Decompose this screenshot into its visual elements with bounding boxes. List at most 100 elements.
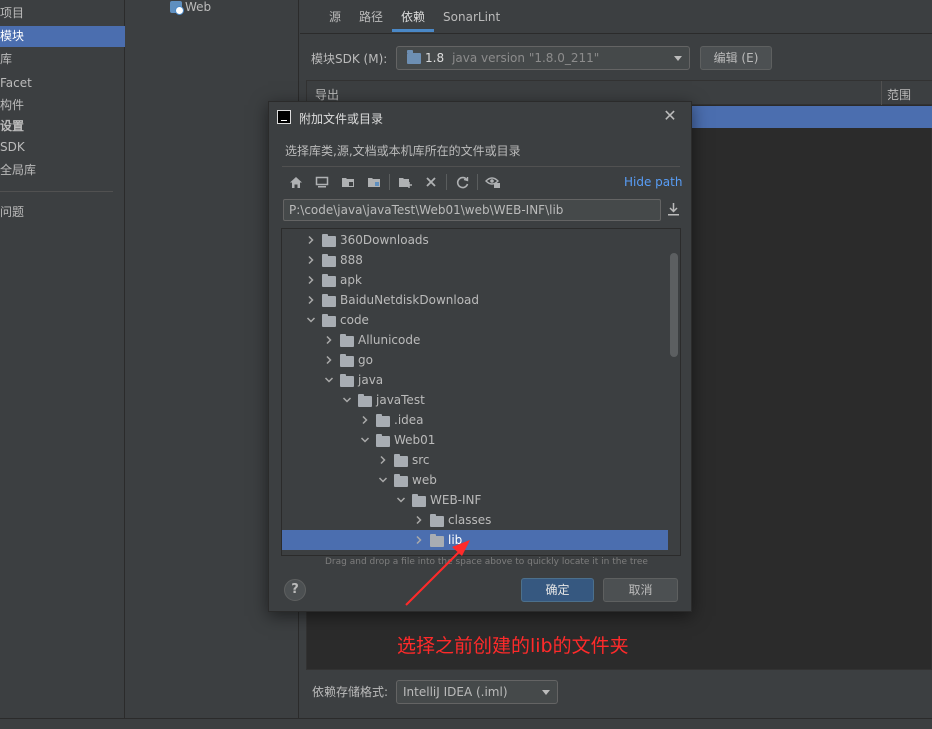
chevron-down-icon (542, 690, 550, 695)
edit-sdk-button[interactable]: 编辑 (E) (700, 46, 772, 70)
hide-path-link[interactable]: Hide path (624, 175, 682, 189)
attach-files-dialog: 附加文件或目录 ✕ 选择库类,源,文档或本机库所在的文件或目录 Hide pat… (268, 101, 692, 612)
chevron-right-icon[interactable] (305, 274, 317, 286)
folder-icon (430, 513, 444, 527)
tab-sonarlint[interactable]: SonarLint (434, 4, 509, 32)
module-folder-icon[interactable] (361, 172, 387, 192)
file-tree-row[interactable]: java (282, 370, 668, 390)
toolbar-divider (477, 174, 478, 190)
chevron-down-icon (674, 56, 682, 61)
tab-divider (300, 33, 932, 34)
path-input[interactable]: P:\code\java\javaTest\Web01\web\WEB-INF\… (283, 199, 661, 221)
sidebar-item-sdk[interactable]: SDK (0, 137, 125, 158)
folder-icon (322, 313, 336, 327)
file-tree-row[interactable]: go (282, 350, 668, 370)
refresh-icon[interactable] (449, 172, 475, 192)
show-hidden-files-icon[interactable] (480, 172, 506, 192)
file-tree-row[interactable]: web (282, 470, 668, 490)
folder-icon (340, 373, 354, 387)
sdk-version-detail: java version "1.8.0_211" (452, 51, 600, 65)
folder-icon (340, 353, 354, 367)
tab-sources[interactable]: 源 (320, 4, 350, 32)
chevron-down-icon[interactable] (359, 434, 371, 446)
file-tree-label: 888 (340, 253, 363, 267)
annotation-text: 选择之前创建的lib的文件夹 (397, 635, 629, 657)
file-tree-row[interactable]: Allunicode (282, 330, 668, 350)
home-icon[interactable] (283, 172, 309, 192)
file-tree-row[interactable]: Web01 (282, 430, 668, 450)
column-divider (881, 81, 882, 105)
project-folder-icon[interactable] (335, 172, 361, 192)
sidebar-item-artifacts[interactable]: 构件 (0, 95, 125, 116)
sidebar-item-modules[interactable]: 模块 (0, 26, 125, 47)
chevron-right-icon[interactable] (413, 514, 425, 526)
sidebar-item-global-libraries[interactable]: 全局库 (0, 160, 125, 181)
chevron-right-icon[interactable] (359, 414, 371, 426)
chevron-right-icon[interactable] (305, 254, 317, 266)
file-tree: 360Downloads 888 apk BaiduNetdiskDownload co… (281, 228, 681, 556)
chevron-down-icon[interactable] (323, 374, 335, 386)
drag-drop-hint: Drag and drop a file into the space abov… (325, 557, 648, 567)
folder-icon (340, 333, 354, 347)
file-tree-label: WEB-INF (430, 493, 482, 507)
file-chooser-toolbar (283, 172, 506, 192)
file-tree-row[interactable]: src (282, 450, 668, 470)
file-tree-label: javaTest (376, 393, 425, 407)
settings-sidebar: 项目 模块 库 Facet 构件 设置 SDK 全局库 问题 (0, 0, 125, 718)
cancel-button[interactable]: 取消 (603, 578, 678, 602)
folder-icon (412, 493, 426, 507)
dialog-title-bar[interactable]: 附加文件或目录 ✕ (269, 102, 691, 132)
chevron-down-icon[interactable] (377, 474, 389, 486)
dependency-storage-format-label: 依赖存储格式: (312, 685, 389, 699)
file-tree-row[interactable]: code (282, 310, 668, 330)
chevron-down-icon[interactable] (341, 394, 353, 406)
chevron-right-icon[interactable] (305, 234, 317, 246)
file-tree-label: java (358, 373, 384, 387)
tab-paths[interactable]: 路径 (350, 4, 392, 32)
ok-button[interactable]: 确定 (521, 578, 594, 602)
chevron-right-icon[interactable] (323, 354, 335, 366)
desktop-icon[interactable] (309, 172, 335, 192)
download-icon[interactable] (667, 202, 681, 218)
chevron-down-icon[interactable] (395, 494, 407, 506)
file-tree-row[interactable]: .idea (282, 410, 668, 430)
sdk-folder-icon (407, 49, 421, 64)
file-tree-label: Web01 (394, 433, 436, 447)
file-tree-row[interactable]: classes (282, 510, 668, 530)
module-tabs: 源 路径 依赖 SonarLint (320, 4, 509, 32)
sidebar-item-libraries[interactable]: 库 (0, 49, 125, 70)
intellij-app-icon (277, 110, 291, 124)
sidebar-item-problems[interactable]: 问题 (0, 202, 125, 223)
dialog-description: 选择库类,源,文档或本机库所在的文件或目录 (285, 144, 521, 158)
file-tree-row[interactable]: BaiduNetdiskDownload (282, 290, 668, 310)
file-tree-label: web (412, 473, 437, 487)
close-icon[interactable]: ✕ (662, 108, 678, 124)
dialog-title: 附加文件或目录 (299, 112, 384, 126)
file-tree-row[interactable]: 888 (282, 250, 668, 270)
delete-icon[interactable] (418, 172, 444, 192)
sidebar-item-facets[interactable]: Facet (0, 73, 125, 94)
sidebar-item-project[interactable]: 项目 (0, 3, 125, 24)
column-header-scope[interactable]: 范围 (887, 86, 911, 103)
file-tree-row[interactable]: javaTest (282, 390, 668, 410)
scrollbar[interactable] (670, 253, 678, 357)
new-folder-icon[interactable] (392, 172, 418, 192)
file-tree-label: code (340, 313, 369, 327)
file-tree-row[interactable]: WEB-INF (282, 490, 668, 510)
help-button[interactable]: ? (284, 579, 306, 601)
chevron-down-icon[interactable] (305, 314, 317, 326)
file-tree-label: BaiduNetdiskDownload (340, 293, 480, 307)
file-tree-row[interactable]: apk (282, 270, 668, 290)
module-sdk-select[interactable]: 1.8 java version "1.8.0_211" (396, 46, 690, 70)
chevron-right-icon[interactable] (323, 334, 335, 346)
chevron-right-icon[interactable] (377, 454, 389, 466)
module-tree-item-web[interactable]: Web (170, 0, 211, 15)
chevron-right-icon[interactable] (305, 294, 317, 306)
file-tree-row[interactable]: 360Downloads (282, 230, 668, 250)
folder-icon (376, 413, 390, 427)
dependency-storage-format-select[interactable]: IntelliJ IDEA (.iml) (396, 680, 558, 704)
file-tree-label: go (358, 353, 373, 367)
tab-dependencies[interactable]: 依赖 (392, 4, 435, 32)
sidebar-divider (0, 191, 113, 192)
module-sdk-label: 模块SDK (M): (311, 52, 388, 66)
